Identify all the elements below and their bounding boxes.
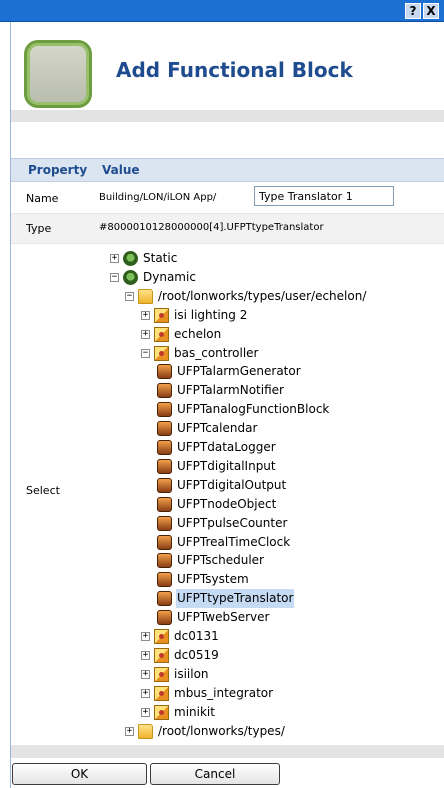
block-icon bbox=[157, 383, 172, 399]
tree-node-label: UFPTpulseCounter bbox=[177, 515, 288, 530]
block-icon bbox=[157, 458, 172, 474]
ok-button[interactable]: OK bbox=[12, 763, 147, 785]
expand-icon[interactable]: + bbox=[141, 688, 150, 698]
gear-green-icon bbox=[123, 269, 138, 285]
tree-node-label: mbus_integrator bbox=[174, 685, 274, 700]
tree-node-label: UFPTanalogFunctionBlock bbox=[177, 402, 330, 417]
block-icon bbox=[157, 496, 172, 512]
tree-node-label: dc0519 bbox=[174, 647, 219, 662]
tree-node-label: UFPTtypeTranslator bbox=[176, 589, 295, 609]
tree-node-label: Dynamic bbox=[143, 269, 196, 284]
property-table-header: Property Value bbox=[11, 158, 444, 182]
table-row-type: Type #8000010128000000[4].UFPTtypeTransl… bbox=[11, 214, 444, 244]
tree-node-label: echelon bbox=[174, 326, 222, 341]
type-label: Type bbox=[26, 222, 52, 235]
block-icon bbox=[157, 572, 172, 588]
tree-node-label: /root/lonworks/types/user/echelon/ bbox=[158, 288, 367, 303]
tree-node-label: UFPTdataLogger bbox=[177, 440, 276, 454]
package-icon bbox=[154, 326, 169, 342]
block-icon bbox=[157, 440, 172, 455]
collapse-icon[interactable]: − bbox=[110, 272, 119, 282]
name-input[interactable] bbox=[254, 186, 394, 206]
package-icon bbox=[154, 647, 169, 663]
tree-node-label: UFPTdigitalOutput bbox=[177, 477, 287, 492]
tree-node-label: UFPTscheduler bbox=[177, 553, 264, 568]
expand-icon[interactable]: + bbox=[110, 254, 119, 263]
expand-icon[interactable]: + bbox=[141, 310, 150, 320]
app-logo-icon bbox=[24, 40, 92, 108]
table-row-name: Name Building/LON/iLON App/ bbox=[11, 182, 444, 214]
table-row-select: Select + Static − Dynamic −/root/lonworks/ty… bbox=[11, 244, 444, 746]
expand-icon[interactable]: + bbox=[125, 726, 134, 736]
block-icon bbox=[157, 421, 172, 437]
tree-node-label: UFPTalarmGenerator bbox=[177, 364, 301, 379]
tree-node-label: isiilon bbox=[174, 666, 209, 681]
header-separator bbox=[11, 110, 444, 122]
tree-node-label: UFPTsystem bbox=[177, 572, 249, 587]
package-icon bbox=[154, 307, 169, 323]
block-icon bbox=[157, 591, 172, 607]
column-header-value: Value bbox=[102, 163, 140, 177]
block-icon bbox=[157, 553, 172, 569]
expand-icon[interactable]: + bbox=[141, 707, 150, 717]
type-tree: + Static − Dynamic −/root/lonworks/types/use… bbox=[11, 244, 444, 746]
block-icon bbox=[157, 515, 172, 531]
package-icon bbox=[154, 685, 169, 701]
expand-icon[interactable]: + bbox=[141, 650, 150, 660]
tree-node-label: minikit bbox=[174, 704, 215, 719]
cancel-button[interactable]: Cancel bbox=[150, 763, 280, 785]
close-button[interactable]: X bbox=[423, 3, 439, 19]
block-icon bbox=[157, 534, 172, 550]
package-icon bbox=[154, 666, 169, 682]
block-icon bbox=[157, 477, 172, 493]
tree-node-label: isi lighting 2 bbox=[174, 307, 248, 322]
expand-icon[interactable]: + bbox=[141, 669, 150, 679]
tree-node-label: /root/lonworks/types/ bbox=[158, 723, 285, 738]
footer-separator bbox=[11, 746, 444, 758]
folder-icon bbox=[138, 723, 153, 739]
collapse-icon[interactable]: − bbox=[141, 348, 150, 358]
column-header-property: Property bbox=[28, 163, 88, 177]
tree-node-label: UFPTcalendar bbox=[177, 421, 258, 436]
help-button[interactable]: ? bbox=[405, 3, 421, 19]
tree-node-label: UFPTrealTimeClock bbox=[177, 534, 291, 549]
block-icon bbox=[157, 610, 172, 626]
tree-node-label: Static bbox=[143, 251, 178, 265]
collapse-icon[interactable]: − bbox=[125, 291, 134, 301]
expand-icon[interactable]: + bbox=[141, 632, 150, 641]
tree-node-label: bas_controller bbox=[174, 345, 259, 360]
block-icon bbox=[157, 402, 172, 418]
package-icon bbox=[154, 629, 169, 644]
tree-node-label: dc0131 bbox=[174, 629, 219, 643]
tree-node-label: UFPTalarmNotifier bbox=[177, 383, 284, 398]
name-label: Name bbox=[26, 192, 59, 205]
window-titlebar: ? X bbox=[0, 0, 444, 22]
folder-icon bbox=[138, 288, 153, 304]
dialog-title: Add Functional Block bbox=[116, 58, 353, 82]
tree-node-label: UFPTwebServer bbox=[177, 610, 270, 625]
expand-icon[interactable]: + bbox=[141, 329, 150, 339]
block-icon bbox=[157, 364, 172, 380]
package-icon bbox=[154, 345, 169, 361]
tree-node-label: UFPTnodeObject bbox=[177, 496, 277, 511]
package-icon bbox=[154, 704, 169, 720]
gear-green-icon bbox=[123, 251, 138, 266]
name-path-prefix: Building/LON/iLON App/ bbox=[99, 192, 217, 203]
tree-node-label: UFPTdigitalInput bbox=[177, 458, 276, 473]
type-value: #8000010128000000[4].UFPTtypeTranslator bbox=[99, 222, 324, 233]
